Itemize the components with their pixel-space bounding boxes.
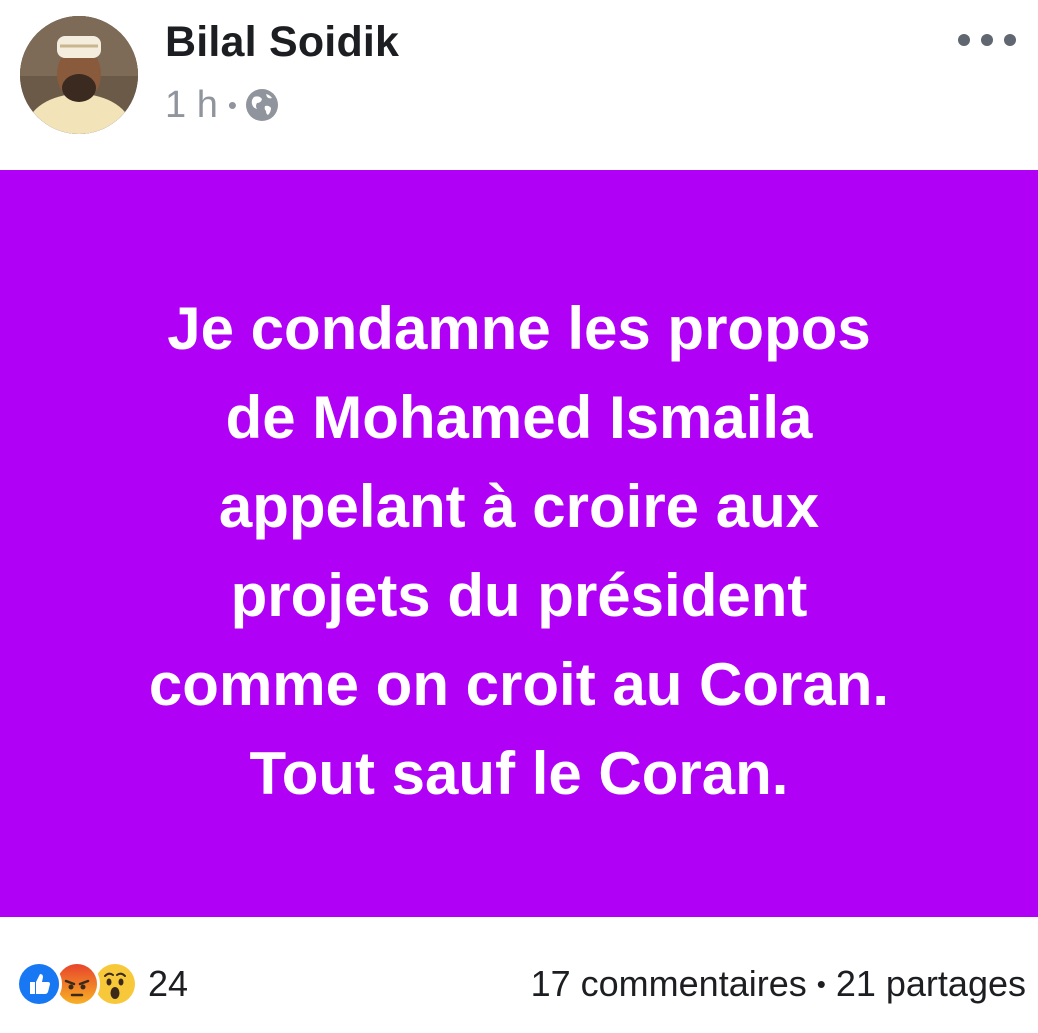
post-text-line: de Mohamed Ismaila [225, 383, 813, 451]
author-name[interactable]: Bilal Soidik [165, 18, 399, 67]
post-text: Je condamne les propos de Mohamed Ismail… [39, 284, 999, 818]
meta-separator: • [227, 89, 237, 120]
post-text-line: projets du président [230, 561, 808, 629]
post-header: Bilal Soidik 1 h • [0, 0, 1038, 170]
like-icon [16, 961, 62, 1007]
globe-icon[interactable] [245, 88, 279, 122]
reaction-count: 24 [148, 963, 189, 1004]
post-timestamp[interactable]: 1 h [165, 84, 218, 127]
post-text-line: Je condamne les propos [167, 294, 871, 362]
reactions-summary[interactable]: 24 [16, 960, 188, 1008]
more-options-button[interactable] [958, 28, 1016, 52]
more-horizontal-icon [958, 34, 970, 46]
author-avatar[interactable] [20, 16, 138, 134]
post-text-line: appelant à croire aux [218, 472, 820, 540]
post-background: Je condamne les propos de Mohamed Ismail… [0, 170, 1038, 917]
engagement-separator: • [816, 968, 826, 999]
engagement-stats: 17 commentaires • 21 partages [531, 960, 1026, 1008]
post-meta: 1 h • [165, 84, 279, 126]
post-text-line: comme on croit au Coran. [148, 650, 890, 718]
post-text-line: Tout sauf le Coran. [249, 739, 789, 807]
shares-count-link[interactable]: 21 partages [836, 963, 1026, 1005]
comments-count-link[interactable]: 17 commentaires [531, 963, 807, 1005]
